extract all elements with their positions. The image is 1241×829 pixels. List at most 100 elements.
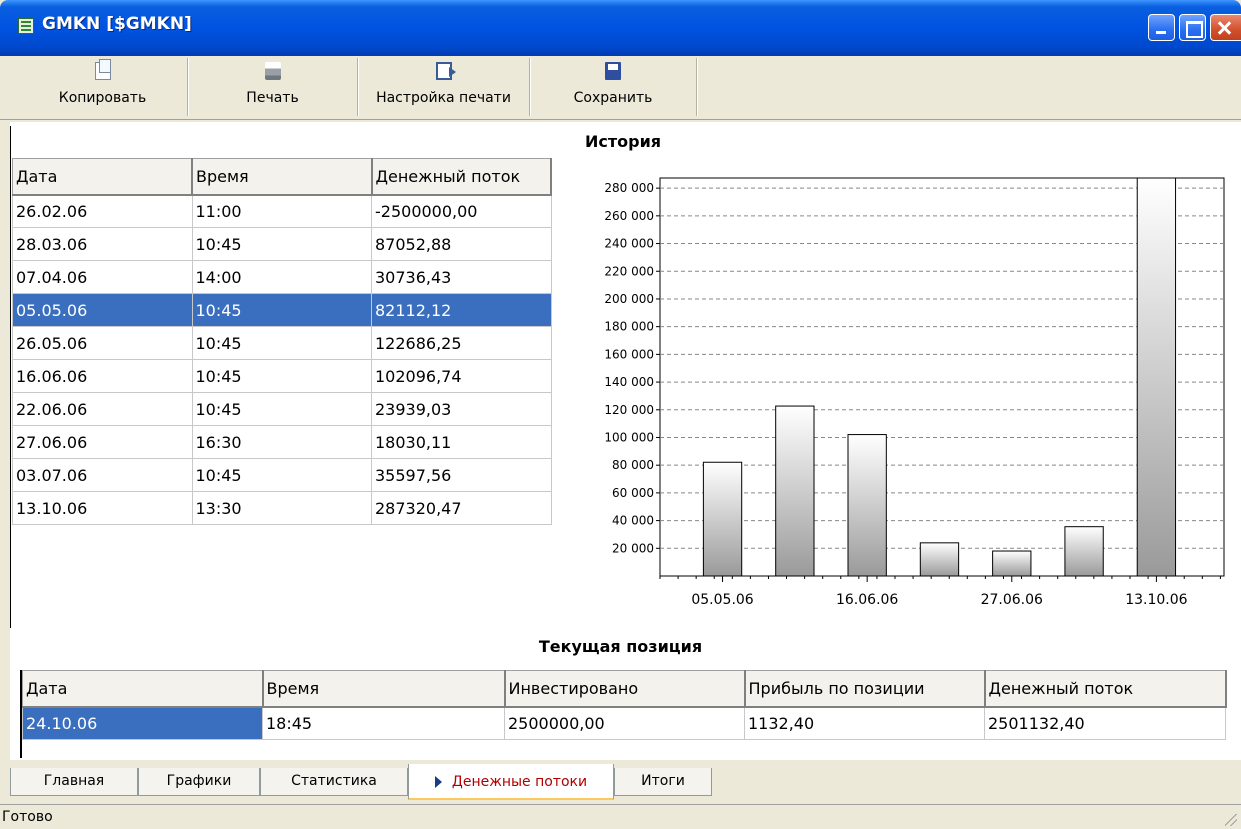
resize-grip-icon[interactable]	[1225, 814, 1237, 826]
column-header-profit[interactable]: Прибыль по позиции	[744, 670, 986, 708]
table-cell: 2501132,40	[984, 706, 1226, 740]
table-cell: 2500000,00	[504, 706, 745, 740]
tab-cashflows[interactable]: Денежные потоки	[408, 764, 614, 800]
chart-title: История	[585, 132, 662, 151]
table-row[interactable]: 26.02.06 11:00 -2500000,00	[12, 194, 552, 228]
table-cell: 87052,88	[371, 227, 552, 261]
bar	[775, 405, 815, 577]
tab-charts[interactable]: Графики	[138, 768, 260, 796]
table-cell: 102096,74	[371, 359, 552, 393]
table-cell: 18030,11	[371, 425, 552, 459]
x-tick-label: 16.06.06	[836, 592, 898, 608]
app-window: GMKN [$GMKN] Копировать Печать Настройка…	[0, 0, 1241, 829]
tab-label: Графики	[166, 773, 232, 789]
print-setup-label: Настройка печати	[376, 90, 511, 106]
table-cell: 26.02.06	[12, 194, 193, 228]
tab-label: Статистика	[291, 773, 377, 789]
bar	[992, 550, 1032, 577]
print-setup-button[interactable]: Настройка печати	[358, 58, 530, 116]
copy-icon	[94, 59, 111, 80]
window-title: GMKN [$GMKN]	[42, 14, 192, 34]
y-tick-label: 220 000	[604, 264, 654, 278]
status-bar: Готово	[0, 804, 1241, 829]
bar	[847, 434, 887, 577]
table-row[interactable]: 05.05.06 10:45 82112,12	[12, 293, 552, 327]
position-table[interactable]: Дата Время Инвестировано Прибыль по пози…	[22, 670, 1227, 740]
column-header-time[interactable]: Время	[262, 670, 506, 708]
tab-main[interactable]: Главная	[10, 768, 138, 796]
table-cell: 22.06.06	[12, 392, 193, 426]
table-cell: 10:45	[191, 359, 372, 393]
table-frame-line	[10, 126, 11, 628]
x-tick-label: 27.06.06	[981, 592, 1043, 608]
minimize-button[interactable]	[1148, 14, 1175, 41]
table-cell: 287320,47	[371, 491, 552, 525]
table-cell: 13.10.06	[12, 491, 193, 525]
table-cell: 03.07.06	[12, 458, 193, 492]
table-cell: 10:45	[191, 458, 372, 492]
save-button[interactable]: Сохранить	[530, 58, 697, 116]
table-cell: 24.10.06	[22, 706, 263, 740]
y-tick-label: 200 000	[604, 292, 654, 306]
table-row[interactable]: 16.06.06 10:45 102096,74	[12, 359, 552, 393]
table-cell: 10:45	[191, 326, 372, 360]
table-cell: 14:00	[191, 260, 372, 294]
maximize-button[interactable]	[1179, 14, 1206, 41]
tab-bar: Главная Графики Статистика Денежные пото…	[0, 760, 1241, 802]
y-tick-label: 100 000	[604, 430, 654, 444]
column-header-date[interactable]: Дата	[12, 158, 193, 196]
x-tick-label: 05.05.06	[691, 592, 753, 608]
y-tick-label: 60 000	[612, 486, 654, 500]
y-tick-label: 180 000	[604, 320, 654, 334]
table-row[interactable]: 07.04.06 14:00 30736,43	[12, 260, 552, 294]
table-cell: 35597,56	[371, 458, 552, 492]
copy-button[interactable]: Копировать	[18, 58, 188, 116]
bar	[1136, 177, 1177, 577]
column-header-date[interactable]: Дата	[22, 670, 264, 708]
printer-icon	[264, 62, 281, 80]
y-tick-label: 40 000	[612, 514, 654, 528]
y-tick-label: 80 000	[612, 458, 654, 472]
bar	[702, 461, 743, 577]
table-cell: 27.06.06	[12, 425, 193, 459]
table-cell: 07.04.06	[12, 260, 193, 294]
table-row[interactable]: 13.10.06 13:30 287320,47	[12, 491, 552, 525]
table-cell: 82112,12	[371, 293, 552, 327]
table-row[interactable]: 03.07.06 10:45 35597,56	[12, 458, 552, 492]
active-tab-arrow-icon	[434, 776, 442, 788]
table-row[interactable]: 27.06.06 16:30 18030,11	[12, 425, 552, 459]
bar	[919, 542, 960, 577]
table-cell: 11:00	[191, 194, 372, 228]
y-tick-label: 260 000	[604, 209, 654, 223]
app-icon	[18, 18, 34, 34]
table-row[interactable]: 26.05.06 10:45 122686,25	[12, 326, 552, 360]
table-cell: 16:30	[191, 425, 372, 459]
floppy-disk-icon	[605, 62, 621, 80]
column-header-time[interactable]: Время	[191, 158, 373, 196]
table-cell: 1132,40	[744, 706, 985, 740]
table-cell: 30736,43	[371, 260, 552, 294]
x-tick-label: 13.10.06	[1125, 592, 1187, 608]
position-header-row: Дата Время Инвестировано Прибыль по пози…	[22, 670, 1227, 708]
tab-statistics[interactable]: Статистика	[260, 768, 408, 796]
history-bar-chart: 20 000 40 000 60 000 80 000 100 000 120 000 14…	[604, 177, 1225, 608]
page-setup-icon	[435, 62, 456, 80]
table-cell: 18:45	[262, 706, 505, 740]
y-tick-label: 240 000	[604, 237, 654, 251]
tab-label: Главная	[43, 773, 105, 789]
tab-totals[interactable]: Итоги	[614, 768, 712, 796]
table-row[interactable]: 28.03.06 10:45 87052,88	[12, 227, 552, 261]
save-label: Сохранить	[573, 90, 653, 106]
title-bar[interactable]: GMKN [$GMKN]	[0, 0, 1241, 56]
history-table[interactable]: Дата Время Денежный поток 26.02.06 11:00-…	[12, 158, 552, 525]
table-row[interactable]: 22.06.06 10:45 23939,03	[12, 392, 552, 426]
column-header-cashflow[interactable]: Денежный поток	[984, 670, 1227, 708]
table-row[interactable]: 24.10.06 18:45 2500000,00 1132,40 250113…	[22, 706, 1226, 740]
table-cell: 10:45	[191, 293, 372, 327]
column-header-cashflow[interactable]: Денежный поток	[371, 158, 552, 196]
column-header-invested[interactable]: Инвестировано	[504, 670, 746, 708]
close-button[interactable]	[1210, 14, 1241, 41]
print-button[interactable]: Печать	[188, 58, 358, 116]
status-text: Готово	[2, 809, 53, 825]
bar	[1064, 526, 1104, 577]
